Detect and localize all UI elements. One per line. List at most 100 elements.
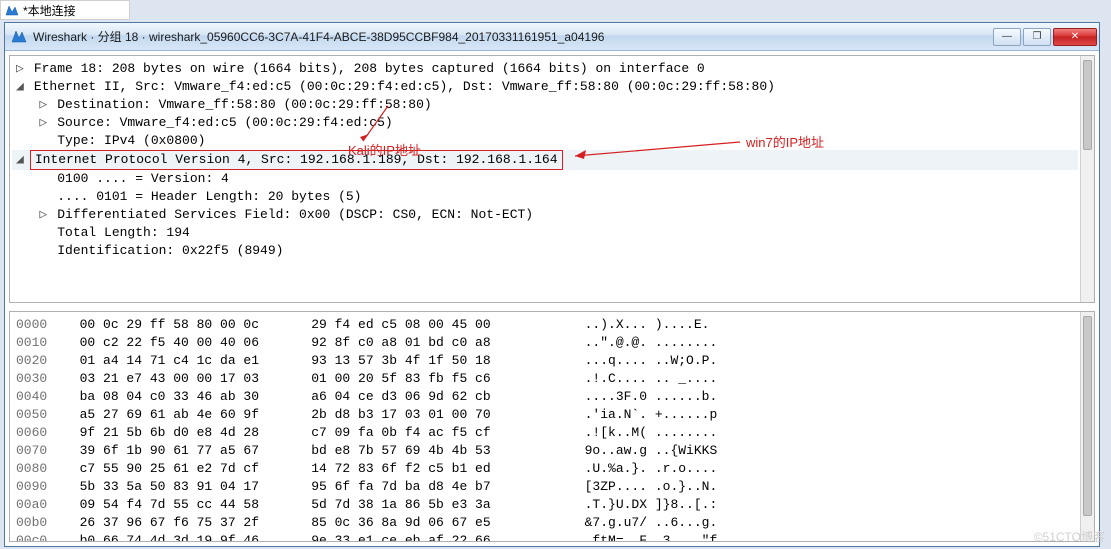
hex-ascii: .![k..M( ........ bbox=[585, 424, 718, 442]
hex-bytes: 26 37 96 67 f6 75 37 2f bbox=[80, 514, 296, 532]
hex-bytes: 5d 7d 38 1a 86 5b e3 3a bbox=[311, 496, 561, 514]
hex-offset: 0050 bbox=[16, 406, 64, 424]
watermark: ©51CTO博客 bbox=[1034, 528, 1105, 545]
hex-bytes: a5 27 69 61 ab 4e 60 9f bbox=[80, 406, 296, 424]
tree-row-text: Destination: Vmware_ff:58:80 (00:0c:29:f… bbox=[57, 97, 431, 112]
tree-row[interactable]: Total Length: 194 bbox=[12, 224, 1078, 242]
hex-bytes: bd e8 7b 57 69 4b 4b 53 bbox=[311, 442, 561, 460]
hex-bytes: 39 6f 1b 90 61 77 a5 67 bbox=[80, 442, 296, 460]
hex-offset: 00b0 bbox=[16, 514, 64, 532]
close-button[interactable]: ✕ bbox=[1053, 28, 1097, 46]
minimize-button[interactable]: — bbox=[993, 28, 1021, 46]
hex-offset: 0060 bbox=[16, 424, 64, 442]
hex-bytes: ba 08 04 c0 33 46 ab 30 bbox=[80, 388, 296, 406]
hex-ascii: [3ZP.... .o.}..N. bbox=[585, 478, 718, 496]
hex-row[interactable]: 0040 ba 08 04 c0 33 46 ab 30 a6 04 ce d3… bbox=[12, 388, 1078, 406]
tree-row-text: Differentiated Services Field: 0x00 (DSC… bbox=[57, 207, 533, 222]
parent-window-tab: *本地连接 bbox=[0, 0, 130, 20]
tree-row-text: Ethernet II, Src: Vmware_f4:ed:c5 (00:0c… bbox=[34, 79, 775, 94]
tree-row[interactable]: ◢ Internet Protocol Version 4, Src: 192.… bbox=[12, 150, 1078, 170]
hex-row[interactable]: 00c0 b0 66 74 4d 3d 19 9f 46 9e 33 e1 ce… bbox=[12, 532, 1078, 541]
expand-open-icon[interactable]: ◢ bbox=[16, 78, 26, 96]
expand-closed-icon[interactable]: ▷ bbox=[39, 96, 49, 114]
hex-row[interactable]: 0010 00 c2 22 f5 40 00 40 06 92 8f c0 a8… bbox=[12, 334, 1078, 352]
tree-row[interactable]: ◢ Ethernet II, Src: Vmware_f4:ed:c5 (00:… bbox=[12, 78, 1078, 96]
hex-row[interactable]: 0050 a5 27 69 61 ab 4e 60 9f 2b d8 b3 17… bbox=[12, 406, 1078, 424]
hex-offset: 0090 bbox=[16, 478, 64, 496]
hex-bytes: 5b 33 5a 50 83 91 04 17 bbox=[80, 478, 296, 496]
parent-window-title: *本地连接 bbox=[23, 2, 76, 19]
expand-closed-icon[interactable]: ▷ bbox=[39, 206, 49, 224]
hex-row[interactable]: 0000 00 0c 29 ff 58 80 00 0c 29 f4 ed c5… bbox=[12, 316, 1078, 334]
hex-bytes: b0 66 74 4d 3d 19 9f 46 bbox=[80, 532, 296, 541]
hex-ascii: ....3F.0 ......b. bbox=[585, 388, 718, 406]
hex-ascii: &7.g.u7/ ..6...g. bbox=[585, 514, 718, 532]
hex-bytes: 85 0c 36 8a 9d 06 67 e5 bbox=[311, 514, 561, 532]
expand-closed-icon[interactable]: ▷ bbox=[16, 60, 26, 78]
packet-details-pane[interactable]: ▷ Frame 18: 208 bytes on wire (1664 bits… bbox=[9, 55, 1095, 303]
tree-row-text: Identification: 0x22f5 (8949) bbox=[57, 243, 283, 258]
hex-ascii: .!.C.... .. _.... bbox=[585, 370, 718, 388]
expand-closed-icon[interactable]: ▷ bbox=[39, 114, 49, 132]
hex-offset: 00c0 bbox=[16, 532, 64, 541]
tree-row-text: Source: Vmware_f4:ed:c5 (00:0c:29:f4:ed:… bbox=[57, 115, 392, 130]
hex-bytes: 29 f4 ed c5 08 00 45 00 bbox=[311, 316, 561, 334]
hex-offset: 00a0 bbox=[16, 496, 64, 514]
scrollbar-thumb[interactable] bbox=[1083, 316, 1092, 516]
titlebar[interactable]: Wireshark · 分组 18 · wireshark_05960CC6-3… bbox=[5, 23, 1099, 51]
hex-bytes: 9f 21 5b 6b d0 e8 4d 28 bbox=[80, 424, 296, 442]
hex-offset: 0080 bbox=[16, 460, 64, 478]
tree-row[interactable]: ▷ Differentiated Services Field: 0x00 (D… bbox=[12, 206, 1078, 224]
hex-bytes: 95 6f fa 7d ba d8 4e b7 bbox=[311, 478, 561, 496]
tree-row-text: Internet Protocol Version 4, Src: 192.16… bbox=[30, 150, 563, 170]
expand-none-icon bbox=[39, 170, 49, 188]
hex-row[interactable]: 0090 5b 33 5a 50 83 91 04 17 95 6f fa 7d… bbox=[12, 478, 1078, 496]
details-scrollbar[interactable] bbox=[1080, 56, 1094, 302]
tree-row[interactable]: ▷ Frame 18: 208 bytes on wire (1664 bits… bbox=[12, 60, 1078, 78]
hex-row[interactable]: 0020 01 a4 14 71 c4 1c da e1 93 13 57 3b… bbox=[12, 352, 1078, 370]
expand-none-icon bbox=[39, 188, 49, 206]
expand-open-icon[interactable]: ◢ bbox=[16, 151, 26, 169]
hex-bytes: a6 04 ce d3 06 9d 62 cb bbox=[311, 388, 561, 406]
hex-offset: 0040 bbox=[16, 388, 64, 406]
hex-ascii: .T.}U.DX ]}8..[.: bbox=[585, 496, 718, 514]
hex-bytes: 00 0c 29 ff 58 80 00 0c bbox=[80, 316, 296, 334]
tree-row-text: Type: IPv4 (0x0800) bbox=[57, 133, 205, 148]
hex-row[interactable]: 0060 9f 21 5b 6b d0 e8 4d 28 c7 09 fa 0b… bbox=[12, 424, 1078, 442]
tree-row[interactable]: .... 0101 = Header Length: 20 bytes (5) bbox=[12, 188, 1078, 206]
hex-scrollbar[interactable] bbox=[1080, 312, 1094, 541]
tree-row[interactable]: Identification: 0x22f5 (8949) bbox=[12, 242, 1078, 260]
hex-row[interactable]: 00a0 09 54 f4 7d 55 cc 44 58 5d 7d 38 1a… bbox=[12, 496, 1078, 514]
hex-ascii: 9o..aw.g ..{WiKKS bbox=[585, 442, 718, 460]
hex-ascii: .ftM=..F .3...."f bbox=[585, 532, 718, 541]
tree-row-text: Total Length: 194 bbox=[57, 225, 190, 240]
hex-offset: 0000 bbox=[16, 316, 64, 334]
expand-none-icon bbox=[39, 132, 49, 150]
hex-offset: 0070 bbox=[16, 442, 64, 460]
maximize-button[interactable]: ❐ bbox=[1023, 28, 1051, 46]
hex-row[interactable]: 00b0 26 37 96 67 f6 75 37 2f 85 0c 36 8a… bbox=[12, 514, 1078, 532]
hex-bytes: 2b d8 b3 17 03 01 00 70 bbox=[311, 406, 561, 424]
hex-ascii: ..).X... )....E. bbox=[585, 316, 710, 334]
hex-bytes: c7 55 90 25 61 e2 7d cf bbox=[80, 460, 296, 478]
hex-ascii: .'ia.N`. +......p bbox=[585, 406, 718, 424]
packet-bytes-pane[interactable]: 0000 00 0c 29 ff 58 80 00 0c 29 f4 ed c5… bbox=[9, 311, 1095, 542]
window-title: Wireshark · 分组 18 · wireshark_05960CC6-3… bbox=[33, 28, 993, 45]
scrollbar-thumb[interactable] bbox=[1083, 60, 1092, 150]
hex-bytes: 00 c2 22 f5 40 00 40 06 bbox=[80, 334, 296, 352]
hex-offset: 0020 bbox=[16, 352, 64, 370]
hex-bytes: 93 13 57 3b 4f 1f 50 18 bbox=[311, 352, 561, 370]
hex-bytes: 92 8f c0 a8 01 bd c0 a8 bbox=[311, 334, 561, 352]
hex-row[interactable]: 0030 03 21 e7 43 00 00 17 03 01 00 20 5f… bbox=[12, 370, 1078, 388]
hex-row[interactable]: 0080 c7 55 90 25 61 e2 7d cf 14 72 83 6f… bbox=[12, 460, 1078, 478]
hex-bytes: 14 72 83 6f f2 c5 b1 ed bbox=[311, 460, 561, 478]
tree-row[interactable]: ▷ Source: Vmware_f4:ed:c5 (00:0c:29:f4:e… bbox=[12, 114, 1078, 132]
tree-row[interactable]: 0100 .... = Version: 4 bbox=[12, 170, 1078, 188]
tree-row[interactable]: ▷ Destination: Vmware_ff:58:80 (00:0c:29… bbox=[12, 96, 1078, 114]
hex-row[interactable]: 0070 39 6f 1b 90 61 77 a5 67 bd e8 7b 57… bbox=[12, 442, 1078, 460]
hex-bytes: 09 54 f4 7d 55 cc 44 58 bbox=[80, 496, 296, 514]
tree-row[interactable]: Type: IPv4 (0x0800) bbox=[12, 132, 1078, 150]
hex-bytes: c7 09 fa 0b f4 ac f5 cf bbox=[311, 424, 561, 442]
tree-row-text: .... 0101 = Header Length: 20 bytes (5) bbox=[57, 189, 361, 204]
hex-bytes: 03 21 e7 43 00 00 17 03 bbox=[80, 370, 296, 388]
